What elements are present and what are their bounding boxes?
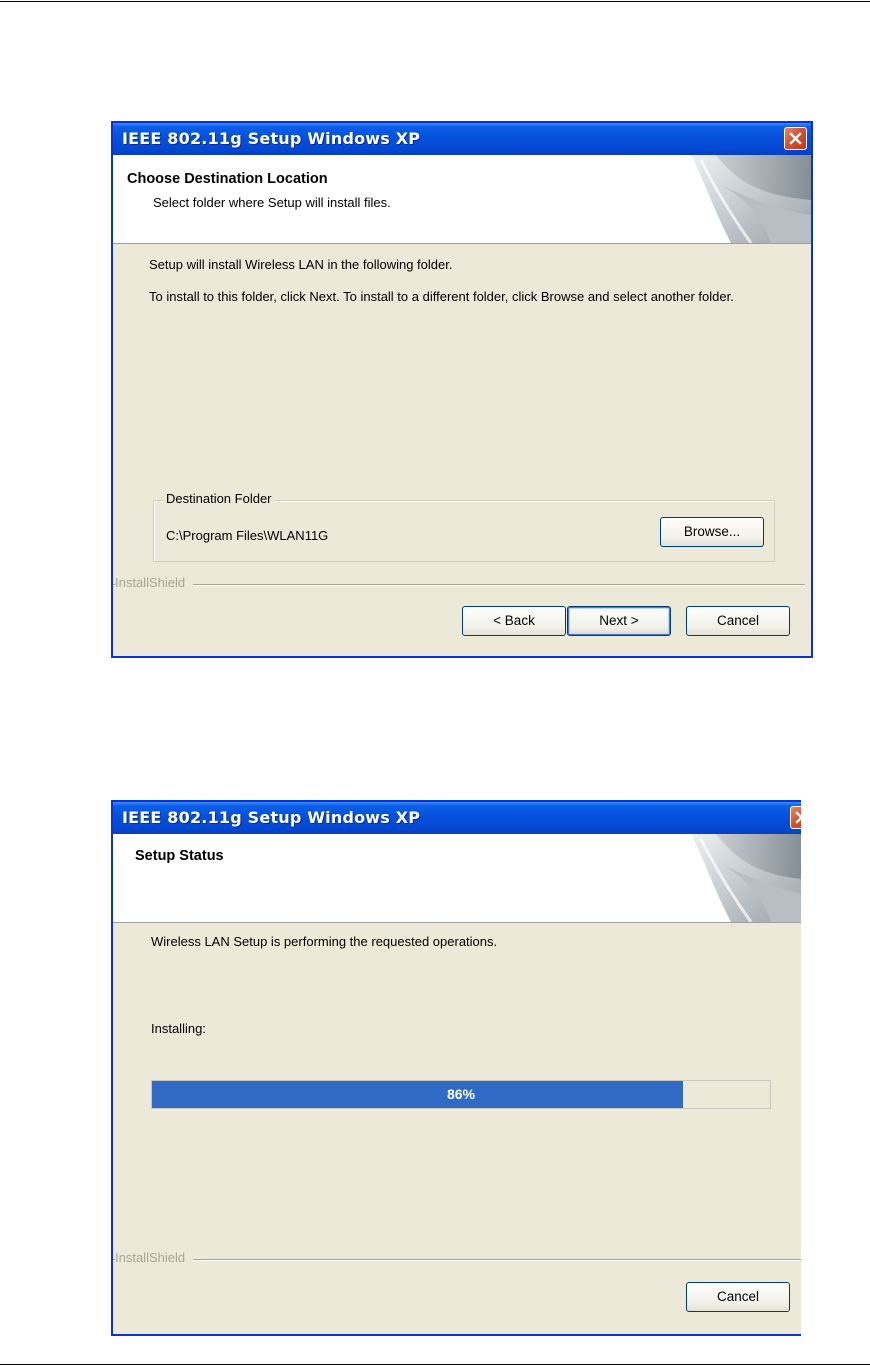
progress-percent: 86% [446, 1086, 476, 1102]
installshield-header-art [691, 155, 811, 243]
installshield-header-art [691, 834, 801, 922]
window-title: IEEE 802.11g Setup Windows XP [122, 808, 421, 827]
header-title: Choose Destination Location [127, 171, 328, 187]
destination-folder-group: Destination Folder C:\Program Files\WLAN… [153, 491, 775, 562]
installshield-label: InstallShield [115, 1250, 194, 1265]
status-message: Wireless LAN Setup is performing the req… [151, 934, 498, 949]
cancel-button[interactable]: Cancel [686, 1282, 790, 1312]
close-button[interactable] [790, 806, 801, 829]
close-icon [795, 811, 801, 824]
close-button[interactable] [784, 127, 807, 150]
group-label: Destination Folder [164, 491, 274, 506]
close-icon [789, 132, 802, 145]
info-line-2: To install to this folder, click Next. T… [149, 289, 734, 304]
title-bar[interactable]: IEEE 802.11g Setup Windows XP [113, 123, 811, 155]
page-bottom-rule [0, 1364, 870, 1365]
wizard-header: Choose Destination Location Select folde… [113, 155, 811, 244]
info-line-1: Setup will install Wireless LAN in the f… [149, 257, 453, 272]
title-bar[interactable]: IEEE 802.11g Setup Windows XP [113, 802, 801, 834]
browse-button[interactable]: Browse... [660, 517, 764, 547]
progress-bar: 86% [151, 1080, 771, 1109]
header-subtitle: Select folder where Setup will install f… [153, 195, 391, 210]
header-title: Setup Status [135, 848, 224, 864]
back-button[interactable]: < Back [462, 606, 566, 636]
brand-separator [113, 584, 805, 586]
installshield-label: InstallShield [115, 575, 194, 590]
wizard-header: Setup Status [113, 834, 801, 923]
page-top-rule [0, 1, 870, 2]
dialog-choose-destination: IEEE 802.11g Setup Windows XP Choose Des… [111, 121, 813, 658]
window-title: IEEE 802.11g Setup Windows XP [122, 129, 421, 148]
next-button[interactable]: Next > [567, 606, 671, 636]
dialog-setup-status: IEEE 802.11g Setup Windows XP Setup Stat… [111, 800, 801, 1336]
cancel-button[interactable]: Cancel [686, 606, 790, 636]
folder-path: C:\Program Files\WLAN11G [166, 528, 329, 543]
brand-separator [113, 1259, 801, 1261]
status-label: Installing: [151, 1021, 206, 1036]
